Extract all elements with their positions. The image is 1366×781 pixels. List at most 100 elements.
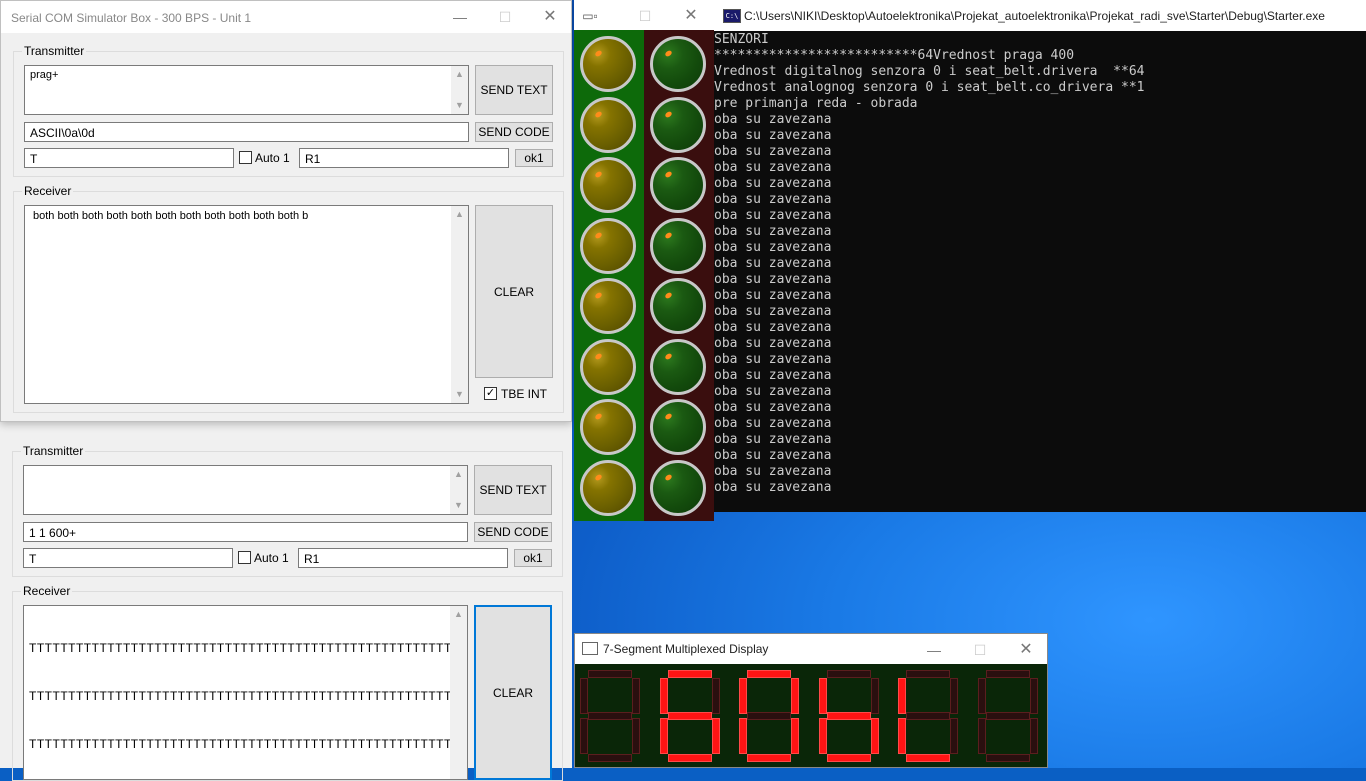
transmitter-textarea[interactable]: ▲ ▼ [23, 465, 468, 515]
console-line: oba su zavezana [714, 272, 832, 287]
scroll-up-arrow-icon[interactable]: ▲ [451, 206, 468, 223]
segment-c [950, 718, 958, 754]
segment-a [906, 670, 950, 678]
yellow-led-indicator [580, 459, 636, 516]
scroll-down-arrow-icon[interactable]: ▼ [451, 386, 468, 403]
scroll-up-arrow-icon[interactable]: ▲ [450, 606, 467, 623]
receiver-label: Receiver [21, 584, 73, 598]
segment-b [791, 678, 799, 714]
console-line: oba su zavezana [714, 336, 832, 351]
receiver-lines: TTTTTTTTTTTTTTTTTTTTTTTTTTTTTTTTTTTTTTTT… [29, 608, 468, 779]
segment-d [588, 754, 632, 762]
console-line: oba su zavezana [714, 416, 832, 431]
auto-checkbox[interactable] [239, 151, 252, 164]
clear-button[interactable]: CLEAR [475, 205, 553, 378]
transmitter-textarea[interactable]: prag+ ▲ ▼ [24, 65, 469, 115]
scrollbar[interactable]: ▲ ▼ [450, 466, 467, 514]
segment-b [632, 678, 640, 714]
segment-e [898, 718, 906, 754]
segment-b [1029, 678, 1038, 714]
scrollbar[interactable]: ▲ ▼ [451, 206, 468, 403]
close-icon[interactable]: ✕ [1003, 634, 1049, 666]
tbe-int-checkbox[interactable]: ✓ [484, 387, 497, 400]
console-line: oba su zavezana [714, 352, 832, 367]
send-code-button[interactable]: SEND CODE [474, 522, 552, 542]
segment-a [667, 670, 712, 678]
r-input[interactable]: R1 [298, 548, 508, 568]
green-led-indicator [650, 338, 706, 395]
auto-text-input[interactable]: T [24, 148, 234, 168]
segment-a [826, 670, 871, 678]
r-input-value: R1 [305, 152, 321, 166]
console-line: oba su zavezana [714, 240, 832, 255]
led-title-bar[interactable]: ▭▫ ☐ ✕ [574, 0, 714, 30]
segment-b [950, 678, 958, 714]
console-window: C:\ C:\Users\NIKI\Desktop\Autoelektronik… [714, 0, 1366, 512]
segment-g [667, 712, 712, 720]
segment-e [977, 718, 986, 754]
ok-button[interactable]: ok1 [515, 149, 553, 167]
code-input-value: ASCII\0a\0d [30, 126, 95, 140]
auto-text-input[interactable]: T [23, 548, 233, 568]
console-title-bar[interactable]: C:\ C:\Users\NIKI\Desktop\Autoelektronik… [714, 0, 1366, 31]
segment-g [826, 712, 871, 720]
segment-f [580, 678, 588, 714]
scroll-down-arrow-icon[interactable]: ▼ [450, 497, 467, 514]
segment-c [711, 718, 720, 754]
close-icon[interactable]: ✕ [527, 1, 573, 33]
segment-f [977, 678, 986, 714]
receiver-textarea[interactable]: TTTTTTTTTTTTTTTTTTTTTTTTTTTTTTTTTTTTTTTT… [23, 605, 468, 780]
ok-button[interactable]: ok1 [514, 549, 552, 567]
segment-d [667, 754, 712, 762]
send-text-button[interactable]: SEND TEXT [475, 65, 553, 115]
receiver-textarea[interactable]: both both both both both both both both … [24, 205, 469, 404]
console-line: oba su zavezana [714, 288, 832, 303]
maximize-icon[interactable]: ☐ [482, 1, 528, 33]
maximize-icon[interactable]: ☐ [957, 634, 1003, 666]
maximize-icon[interactable]: ☐ [622, 0, 668, 32]
transmitter-label: Transmitter [21, 444, 86, 458]
segment-e [739, 718, 747, 754]
console-line: pre primanja reda - obrada [714, 96, 918, 111]
console-line: SENZORI [714, 32, 769, 47]
receiver-line: TTTTTTTTTTTTTTTTTTTTTTTTTTTTTTTTTTTTTTTT… [29, 641, 468, 655]
minimize-icon[interactable]: — [437, 1, 483, 33]
yellow-led-indicator [580, 217, 636, 274]
auto-checkbox-label: Auto 1 [254, 551, 289, 565]
console-line: oba su zavezana [714, 160, 832, 175]
seven-seg-title: 7-Segment Multiplexed Display [603, 642, 769, 656]
yellow-led-indicator [580, 157, 636, 213]
segment-f [898, 678, 906, 714]
console-line: Vrednost digitalnog senzora 0 i seat_bel… [714, 64, 1145, 79]
seven-seg-title-bar[interactable]: 7-Segment Multiplexed Display — ☐ ✕ [575, 634, 1047, 664]
console-line: oba su zavezana [714, 128, 832, 143]
scroll-up-arrow-icon[interactable]: ▲ [450, 466, 467, 483]
segment-d [826, 754, 871, 762]
receiver-line: TTTTTTTTTTTTTTTTTTTTTTTTTTTTTTTTTTTTTTTT… [29, 689, 468, 703]
scrollbar[interactable]: ▲ [450, 606, 467, 779]
receiver-label: Receiver [22, 184, 74, 198]
r-input[interactable]: R1 [299, 148, 509, 168]
code-input[interactable]: ASCII\0a\0d [24, 122, 469, 142]
title-bar[interactable]: Serial COM Simulator Box - 300 BPS - Uni… [1, 1, 571, 33]
serial-com-window-unit1: Serial COM Simulator Box - 300 BPS - Uni… [0, 0, 572, 422]
auto-text-value: T [30, 152, 38, 166]
scroll-down-arrow-icon[interactable]: ▼ [451, 97, 468, 114]
scrollbar[interactable]: ▲ ▼ [451, 66, 468, 114]
minimize-icon[interactable]: — [911, 634, 957, 666]
green-led-indicator [650, 157, 706, 213]
segment-d [747, 754, 791, 762]
scroll-up-arrow-icon[interactable]: ▲ [451, 66, 468, 83]
console-line: oba su zavezana [714, 400, 832, 415]
segment-e [818, 718, 827, 754]
console-line: oba su zavezana [714, 448, 832, 463]
yellow-led-indicator [580, 278, 636, 334]
close-icon[interactable]: ✕ [668, 0, 714, 32]
code-input[interactable]: 1 1 600+ [23, 522, 468, 542]
transmitter-text: prag+ [30, 69, 59, 81]
clear-button[interactable]: CLEAR [474, 605, 552, 780]
send-code-button[interactable]: SEND CODE [475, 122, 553, 142]
send-text-button[interactable]: SEND TEXT [474, 465, 552, 515]
auto-checkbox[interactable] [238, 551, 251, 564]
console-line: oba su zavezana [714, 192, 832, 207]
